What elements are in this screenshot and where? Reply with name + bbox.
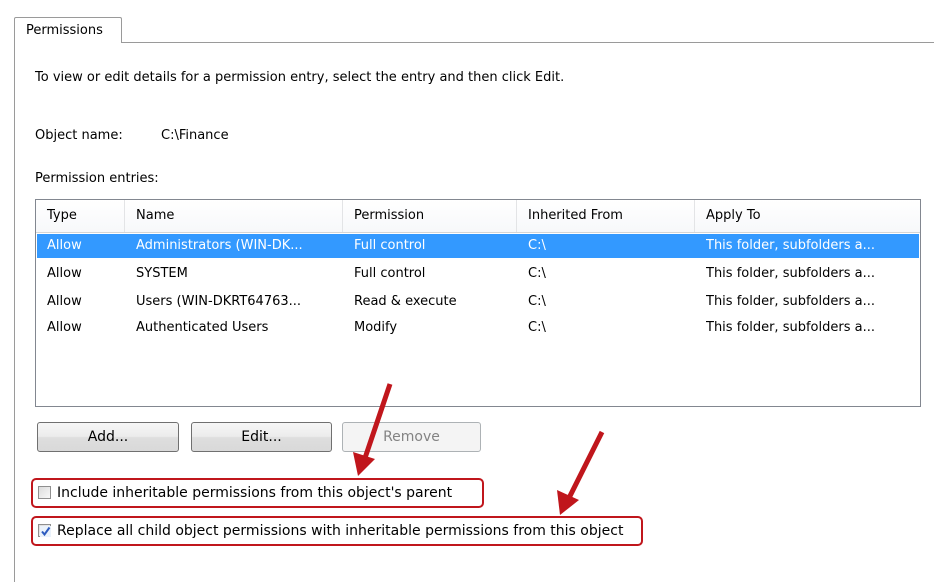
table-row[interactable]: Allow Authenticated Users Modify C:\ Thi… [37, 316, 919, 340]
cell-name: Users (WIN-DKRT64763... [136, 294, 302, 309]
cell-inherited-from: C:\ [528, 320, 546, 335]
column-header-permission[interactable]: Permission [343, 200, 517, 232]
column-header-type[interactable]: Type [36, 200, 125, 232]
remove-button[interactable]: Remove [342, 422, 481, 452]
cell-permission: Modify [354, 320, 398, 335]
permission-entries-list[interactable]: Type Name Permission Inherited From Appl… [35, 199, 921, 407]
permission-entries-label: Permission entries: [35, 171, 159, 186]
object-name-value: C:\Finance [161, 128, 229, 143]
column-header-inherited-from[interactable]: Inherited From [517, 200, 695, 232]
cell-type: Allow [47, 238, 82, 253]
table-row[interactable]: Allow Administrators (WIN-DK... Full con… [37, 234, 919, 258]
cell-type: Allow [47, 266, 82, 281]
tab-permissions[interactable]: Permissions [14, 17, 122, 43]
include-inheritable-annotation: Include inheritable permissions from thi… [31, 478, 484, 508]
cell-inherited-from: C:\ [528, 294, 546, 309]
cell-permission: Full control [354, 266, 426, 281]
table-row[interactable]: Allow Users (WIN-DKRT64763... Read & exe… [37, 290, 919, 314]
replace-child-label[interactable]: Replace all child object permissions wit… [57, 518, 623, 544]
list-header: Type Name Permission Inherited From Appl… [36, 200, 920, 233]
replace-child-checkbox[interactable] [38, 524, 51, 537]
instructions-text: To view or edit details for a permission… [35, 70, 565, 85]
cell-inherited-from: C:\ [528, 266, 546, 281]
object-name-label: Object name: [35, 128, 123, 143]
cell-name: SYSTEM [136, 266, 188, 281]
column-header-apply-to[interactable]: Apply To [695, 200, 920, 232]
include-inheritable-label[interactable]: Include inheritable permissions from thi… [57, 480, 452, 506]
cell-apply-to: This folder, subfolders a... [706, 320, 875, 335]
cell-apply-to: This folder, subfolders a... [706, 294, 875, 309]
include-inheritable-checkbox[interactable] [38, 486, 51, 499]
replace-child-annotation: Replace all child object permissions wit… [31, 516, 643, 546]
cell-permission: Full control [354, 238, 426, 253]
add-button[interactable]: Add... [37, 422, 179, 452]
cell-type: Allow [47, 320, 82, 335]
cell-permission: Read & execute [354, 294, 457, 309]
cell-type: Allow [47, 294, 82, 309]
cell-apply-to: This folder, subfolders a... [706, 238, 875, 253]
column-header-name[interactable]: Name [125, 200, 343, 232]
edit-button[interactable]: Edit... [191, 422, 332, 452]
cell-apply-to: This folder, subfolders a... [706, 266, 875, 281]
cell-name: Authenticated Users [136, 320, 269, 335]
cell-name: Administrators (WIN-DK... [136, 238, 303, 253]
checkmark-icon [40, 526, 51, 537]
cell-inherited-from: C:\ [528, 238, 546, 253]
table-row[interactable]: Allow SYSTEM Full control C:\ This folde… [37, 262, 919, 286]
